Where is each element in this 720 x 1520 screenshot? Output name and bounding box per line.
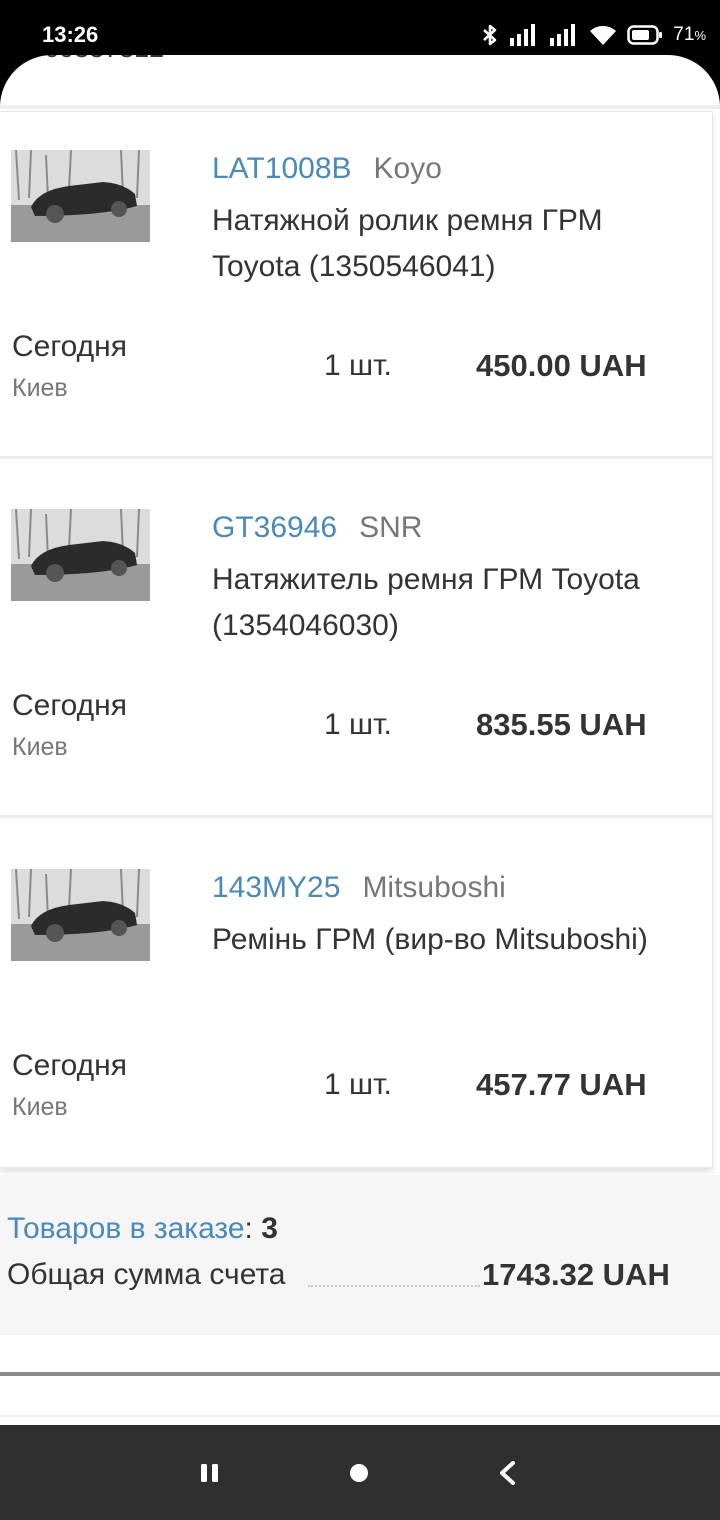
signal-icon [509, 24, 539, 46]
delivery-date: Сегодня [12, 689, 127, 722]
item-quantity: 1 шт. [324, 349, 392, 382]
clipped-header-text: 0760337312 [14, 55, 164, 64]
item-price: 457.77 UAH [476, 1067, 647, 1102]
delivery-city: Киев [12, 1093, 68, 1121]
order-item[interactable]: GT36946 SNR Натяжитель ремня ГРМ Toyota (… [0, 471, 712, 829]
product-image[interactable] [11, 869, 150, 961]
total-label: Общая сумма счета [7, 1258, 286, 1291]
delivery-date: Сегодня [12, 1049, 127, 1082]
item-quantity: 1 шт. [324, 708, 392, 741]
product-name: Натяжной ролик ремня ГРМ Toyota (1350546… [212, 204, 603, 283]
status-time: 13:26 [42, 22, 99, 47]
divider [0, 105, 720, 109]
item-separator [0, 815, 712, 818]
recent-apps-icon[interactable] [190, 1455, 230, 1491]
product-name: Ремінь ГРМ (вир-во Mitsuboshi) [212, 923, 648, 956]
order-item[interactable]: LAT1008B Koyo Натяжной ролик ремня ГРМ To… [0, 112, 712, 470]
system-nav-bar [0, 1425, 720, 1520]
items-count-label: Товаров в заказе [7, 1212, 245, 1245]
delivery-date: Сегодня [12, 330, 127, 363]
order-sheet: 0760337312 LAT1008BKoyo Натяжной ролик р… [0, 55, 720, 1425]
bluetooth-icon [481, 23, 499, 47]
wifi-icon [589, 24, 617, 46]
divider [0, 1415, 720, 1417]
product-brand: Mitsuboshi [362, 871, 506, 904]
order-item[interactable]: 143MY25 Mitsuboshi Ремінь ГРМ (вир-во Mit… [0, 831, 712, 1189]
product-image[interactable] [11, 150, 150, 242]
items-count: Товаров в заказе: 3 [7, 1212, 278, 1245]
total-value: 1743.32 UAH [482, 1257, 670, 1292]
status-icons: 71% [481, 22, 706, 48]
product-brand: SNR [359, 511, 423, 544]
order-summary: Товаров в заказе: 3 Общая сумма счета 17… [0, 1175, 720, 1335]
back-icon[interactable] [488, 1455, 528, 1491]
product-image[interactable] [11, 509, 150, 601]
product-code-link[interactable]: 143MY25 Mitsuboshi [212, 871, 506, 905]
product-code-link[interactable]: LAT1008B Koyo [212, 152, 442, 186]
signal-icon-2 [549, 24, 579, 46]
delivery-city: Киев [12, 374, 68, 402]
battery-icon [627, 24, 663, 46]
items-count-value: 3 [261, 1212, 278, 1245]
dotted-leader [308, 1285, 480, 1287]
divider [0, 1372, 720, 1376]
item-price: 450.00 UAH [476, 348, 647, 383]
product-code-link[interactable]: GT36946 SNR [212, 511, 422, 545]
product-brand: Koyo [373, 152, 442, 185]
order-items-list: LAT1008B Koyo Натяжной ролик ремня ГРМ To… [0, 111, 713, 1168]
home-icon[interactable] [339, 1455, 379, 1491]
item-price: 835.55 UAH [476, 707, 647, 742]
item-separator [0, 456, 712, 459]
item-quantity: 1 шт. [324, 1068, 392, 1101]
product-name: Натяжитель ремня ГРМ Toyota (1354046030) [212, 563, 640, 642]
delivery-city: Киев [12, 733, 68, 761]
battery-percent: 71% [673, 24, 706, 45]
